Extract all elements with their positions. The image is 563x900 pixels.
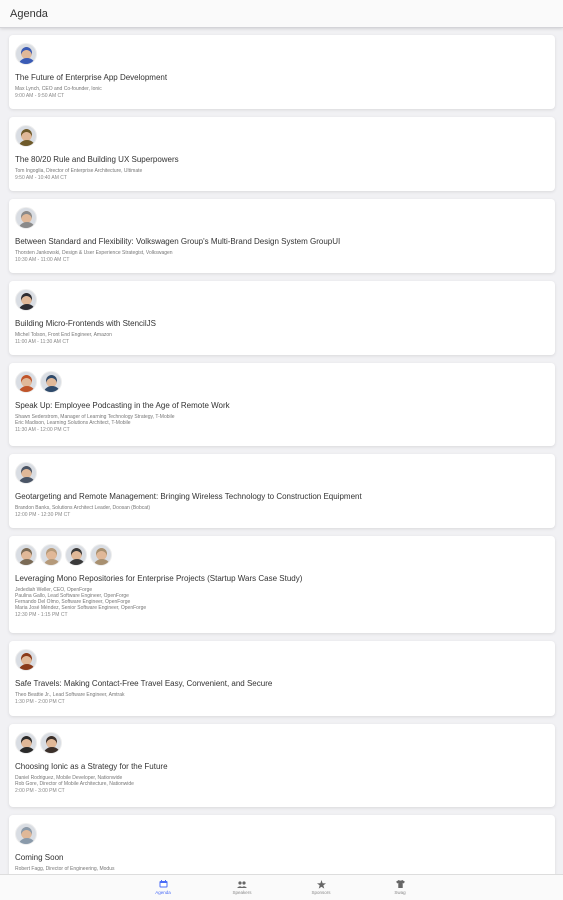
session-card[interactable]: Building Micro-Frontends with StencilJS M… <box>9 281 555 355</box>
speaker-avatars <box>15 371 549 394</box>
session-card[interactable]: The 80/20 Rule and Building UX Superpowe… <box>9 117 555 191</box>
speaker-avatars <box>15 732 549 755</box>
session-time: 1:30 PM - 2:00 PM CT <box>15 699 65 705</box>
session-time: 2:00 PM - 3:00 PM CT <box>15 788 65 794</box>
avatar <box>40 544 62 566</box>
speaker-line: Rob Gore, Director of Mobile Architectur… <box>15 781 134 787</box>
session-title: Coming Soon <box>15 853 64 862</box>
tab-sponsors[interactable]: Sponsors <box>282 875 361 900</box>
session-title: Speak Up: Employee Podcasting in the Age… <box>15 401 230 410</box>
session-title: Geotargeting and Remote Management: Brin… <box>15 492 362 501</box>
session-card[interactable]: Coming Soon Robert Fagg, Director of Engi… <box>9 815 555 874</box>
tab-label: Swag <box>394 890 406 895</box>
avatar <box>40 732 62 754</box>
avatar <box>15 462 37 484</box>
calendar-icon <box>158 880 168 888</box>
avatar <box>65 544 87 566</box>
session-title: The 80/20 Rule and Building UX Superpowe… <box>15 155 179 164</box>
avatar <box>40 371 62 393</box>
speaker-line: Theo Beattie Jr., Lead Software Engineer… <box>15 692 125 698</box>
tab-label: Agenda <box>155 890 171 895</box>
session-time: 11:00 AM - 11:30 AM CT <box>15 339 70 345</box>
avatar <box>15 732 37 754</box>
session-card[interactable]: The Future of Enterprise App Development… <box>9 35 555 109</box>
speaker-line: Robert Fagg, Director of Engineering, Mo… <box>15 866 115 872</box>
avatar <box>15 125 37 147</box>
shirt-icon <box>395 880 405 888</box>
session-card[interactable]: Geotargeting and Remote Management: Brin… <box>9 454 555 528</box>
avatar <box>15 544 37 566</box>
session-time: 9:50 AM - 10:40 AM CT <box>15 175 67 181</box>
avatar <box>15 823 37 845</box>
speaker-avatars <box>15 823 549 846</box>
tab-label: Speakers <box>232 890 252 895</box>
session-title: Between Standard and Flexibility: Volksw… <box>15 237 341 246</box>
avatar <box>15 43 37 65</box>
avatar <box>15 289 37 311</box>
speaker-avatars <box>15 649 549 672</box>
speaker-line: Eric Madison, Learning Solutions Archite… <box>15 420 131 426</box>
page-title: Agenda <box>10 7 48 20</box>
people-icon <box>237 880 247 888</box>
session-card[interactable]: Choosing Ionic as a Strategy for the Fut… <box>9 724 555 807</box>
session-title: The Future of Enterprise App Development <box>15 73 168 82</box>
tab-agenda[interactable]: Agenda <box>124 875 203 900</box>
tab-speakers[interactable]: Speakers <box>203 875 282 900</box>
tab-bar: Agenda Speakers Sponsors Swag <box>0 874 563 900</box>
app-header: Agenda <box>0 0 563 28</box>
speaker-avatars <box>15 462 549 485</box>
star-icon <box>316 879 326 889</box>
speaker-line: Michel Tolson, Front End Engineer, Amazo… <box>15 332 112 338</box>
session-time: 11:30 AM - 12:00 PM CT <box>15 427 70 433</box>
session-title: Choosing Ionic as a Strategy for the Fut… <box>15 762 168 771</box>
session-time: 12:30 PM - 1:15 PM CT <box>15 612 68 618</box>
avatar <box>90 544 112 566</box>
tab-label: Sponsors <box>311 890 331 895</box>
session-card[interactable]: Safe Travels: Making Contact-Free Travel… <box>9 641 555 716</box>
avatar <box>15 207 37 229</box>
speaker-line: Brandon Banks, Solutions Architect Leade… <box>15 505 151 511</box>
agenda-list[interactable]: The Future of Enterprise App Development… <box>0 29 563 874</box>
session-time: 12:00 PM - 12:30 PM CT <box>15 512 71 518</box>
session-time: 10:30 AM - 11:00 AM CT <box>15 257 70 263</box>
session-card[interactable]: Speak Up: Employee Podcasting in the Age… <box>9 363 555 446</box>
speaker-avatars <box>15 43 549 66</box>
speaker-avatars <box>15 289 549 312</box>
session-title: Safe Travels: Making Contact-Free Travel… <box>15 679 273 688</box>
speaker-avatars <box>15 207 549 230</box>
speaker-avatars <box>15 125 549 148</box>
avatar <box>15 649 37 671</box>
speaker-line: Tom Ingoglia, Director of Enterprise Arc… <box>15 168 143 174</box>
session-title: Leveraging Mono Repositories for Enterpr… <box>15 574 303 583</box>
speaker-line: Maria José Méndez, Senior Software Engin… <box>15 605 147 611</box>
session-time: 9:00 AM - 9:50 AM CT <box>15 93 65 99</box>
speaker-line: Max Lynch, CEO and Co-founder, Ionic <box>15 86 102 92</box>
avatar <box>15 371 37 393</box>
tab-swag[interactable]: Swag <box>361 875 440 900</box>
session-card[interactable]: Leveraging Mono Repositories for Enterpr… <box>9 536 555 633</box>
speaker-line: Thorsten Jankowski, Design & User Experi… <box>15 250 173 256</box>
speaker-avatars <box>15 544 549 567</box>
session-card[interactable]: Between Standard and Flexibility: Volksw… <box>9 199 555 273</box>
session-title: Building Micro-Frontends with StencilJS <box>15 319 156 328</box>
